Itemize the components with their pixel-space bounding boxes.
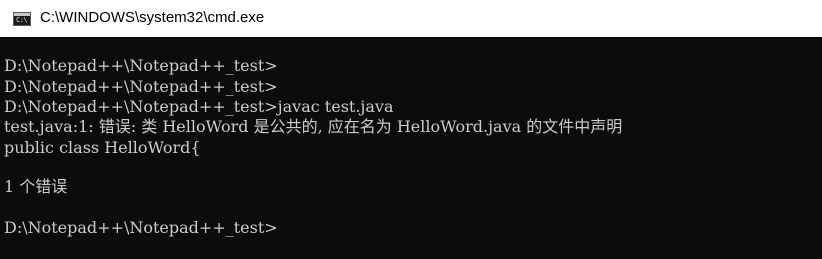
console-line-error-count: 1 个错误	[4, 177, 68, 196]
console-line-command: D:\Notepad++\Notepad++_test>javac test.j…	[4, 97, 394, 116]
console-output[interactable]: D:\Notepad++\Notepad++_test> D:\Notepad+…	[0, 37, 822, 259]
console-line-prompt: D:\Notepad++\Notepad++_test>	[4, 56, 278, 75]
cmd-icon[interactable]: C:\	[13, 12, 31, 26]
cmd-icon-prompt: C:\	[16, 16, 28, 24]
cmd-window: C:\ C:\WINDOWS\system32\cmd.exe D:\Notep…	[0, 0, 822, 259]
window-title: C:\WINDOWS\system32\cmd.exe	[40, 9, 265, 26]
console-line-prompt: D:\Notepad++\Notepad++_test>	[4, 77, 278, 96]
title-bar[interactable]: C:\ C:\WINDOWS\system32\cmd.exe	[0, 0, 822, 37]
console-line-prompt: D:\Notepad++\Notepad++_test>	[4, 218, 278, 237]
console-line-source: public class HelloWord{	[4, 138, 201, 157]
console-line-error: test.java:1: 错误: 类 HelloWord 是公共的, 应在名为 …	[4, 117, 623, 136]
